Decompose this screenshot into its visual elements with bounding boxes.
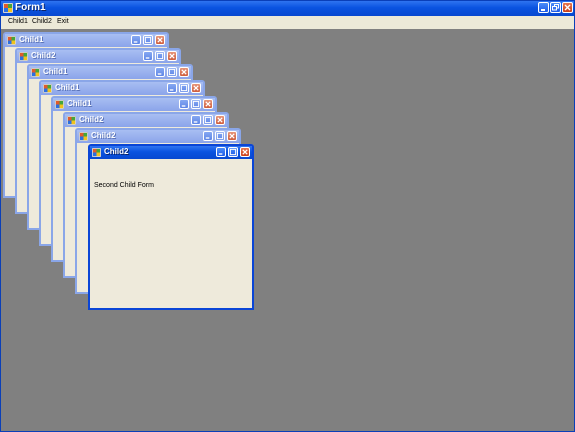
menu-child1[interactable]: Child1 (6, 17, 30, 26)
minimize-button[interactable] (203, 131, 213, 141)
minimize-icon (193, 121, 198, 123)
app-icon (43, 84, 52, 93)
child-title: Child1 (19, 35, 44, 44)
restore-icon (552, 4, 559, 11)
minimize-button[interactable] (167, 83, 177, 93)
minimize-icon (157, 73, 162, 75)
app-icon (67, 116, 76, 125)
close-button[interactable] (562, 2, 573, 13)
child-title: Child1 (43, 67, 68, 76)
close-button[interactable] (191, 83, 201, 93)
maximize-icon (204, 116, 212, 124)
minimize-icon (133, 41, 138, 43)
maximize-button[interactable] (179, 83, 189, 93)
minimize-button[interactable] (131, 35, 141, 45)
minimize-button[interactable] (216, 147, 226, 157)
close-button[interactable] (167, 51, 177, 61)
minimize-button[interactable] (538, 2, 549, 13)
child-titlebar[interactable]: Child1 (41, 82, 203, 95)
child-titlebar[interactable]: Child2 (90, 146, 252, 159)
close-button[interactable] (203, 99, 213, 109)
close-icon (205, 101, 211, 107)
minimize-button[interactable] (179, 99, 189, 109)
minimize-button[interactable] (155, 67, 165, 77)
mdi-client-area: Child1 Child2 Child1 Child1 Child1 Child2 Chil… (1, 29, 574, 431)
main-window: Form1 Child1 Child2 Exit Child1 Child2 Chi… (0, 0, 575, 432)
child-window-8[interactable]: Child2 Second Child Form (88, 144, 254, 310)
maximize-button[interactable] (191, 99, 201, 109)
maximize-icon (229, 148, 237, 156)
close-button[interactable] (215, 115, 225, 125)
maximize-button[interactable] (215, 131, 225, 141)
close-icon (169, 53, 175, 59)
maximize-button[interactable] (155, 51, 165, 61)
minimize-button[interactable] (143, 51, 153, 61)
close-icon (564, 4, 571, 11)
child-form-label: Second Child Form (94, 182, 154, 189)
menu-child2[interactable]: Child2 (30, 17, 54, 26)
menu-bar: Child1 Child2 Exit (1, 16, 574, 30)
child-titlebar[interactable]: Child2 (17, 50, 179, 63)
close-button[interactable] (155, 35, 165, 45)
app-icon (31, 68, 40, 77)
child-title: Child1 (55, 83, 80, 92)
minimize-button[interactable] (191, 115, 201, 125)
maximize-button[interactable] (167, 67, 177, 77)
close-icon (157, 37, 163, 43)
minimize-icon (205, 137, 210, 139)
close-icon (193, 85, 199, 91)
menu-exit[interactable]: Exit (55, 17, 71, 26)
child-titlebar[interactable]: Child1 (53, 98, 215, 111)
minimize-icon (541, 9, 545, 11)
child-title: Child2 (91, 131, 116, 140)
close-button[interactable] (227, 131, 237, 141)
child-titlebar[interactable]: Child2 (65, 114, 227, 127)
maximize-icon (180, 84, 188, 92)
restore-button[interactable] (550, 2, 561, 13)
app-icon (7, 36, 16, 45)
close-icon (242, 149, 248, 155)
main-titlebar[interactable]: Form1 (1, 1, 574, 16)
child-title: Child2 (104, 147, 129, 156)
child-title: Child1 (67, 99, 92, 108)
close-icon (181, 69, 187, 75)
maximize-icon (156, 52, 164, 60)
child-titlebar[interactable]: Child1 (29, 66, 191, 79)
maximize-icon (192, 100, 200, 108)
close-icon (217, 117, 223, 123)
app-icon (79, 132, 88, 141)
maximize-button[interactable] (228, 147, 238, 157)
maximize-button[interactable] (203, 115, 213, 125)
child-title: Child2 (31, 51, 56, 60)
close-button[interactable] (179, 67, 189, 77)
app-icon (19, 52, 28, 61)
maximize-icon (144, 36, 152, 44)
child-titlebar[interactable]: Child2 (77, 130, 239, 143)
maximize-button[interactable] (143, 35, 153, 45)
child-title: Child2 (79, 115, 104, 124)
app-icon (55, 100, 64, 109)
minimize-icon (181, 105, 186, 107)
maximize-icon (168, 68, 176, 76)
window-title: Form1 (15, 2, 46, 13)
app-icon (3, 3, 13, 13)
close-button[interactable] (240, 147, 250, 157)
close-icon (229, 133, 235, 139)
maximize-icon (216, 132, 224, 140)
minimize-icon (145, 57, 150, 59)
child-titlebar[interactable]: Child1 (5, 34, 167, 47)
minimize-icon (218, 153, 223, 155)
app-icon (92, 148, 101, 157)
minimize-icon (169, 89, 174, 91)
